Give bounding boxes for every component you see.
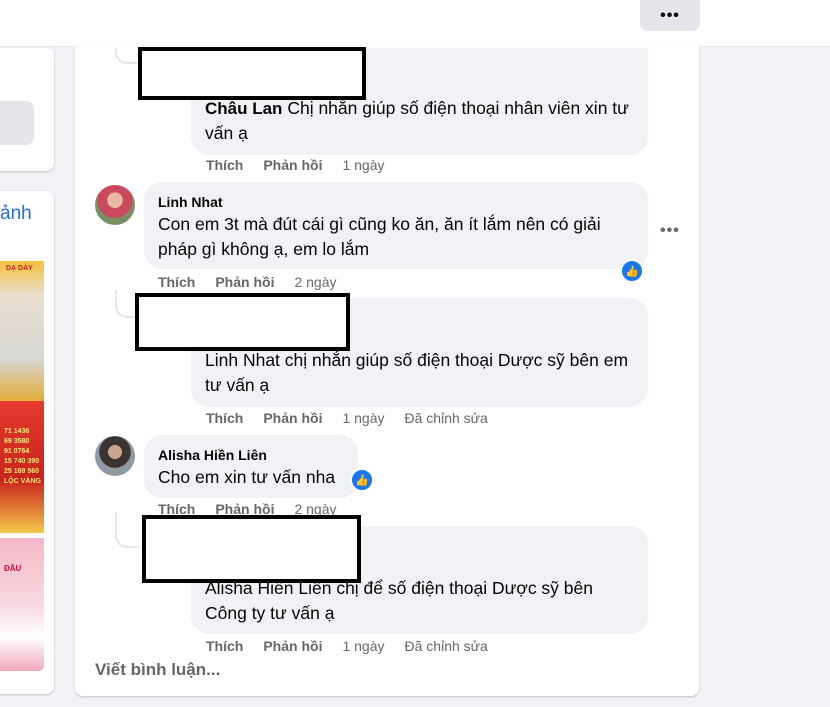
like-icon: 👍 bbox=[620, 259, 644, 283]
sponsored-link-text[interactable]: ảnh bbox=[0, 203, 32, 225]
like-icon: 👍 bbox=[350, 468, 374, 492]
ad-image-2[interactable]: 71 1436 69 3580 91 0764 15 740 390 25 16… bbox=[0, 401, 44, 533]
thread-line bbox=[115, 512, 139, 548]
comment-actions: Thích Phản hồi 1 ngày bbox=[206, 157, 385, 173]
like-button[interactable]: Thích bbox=[206, 410, 243, 426]
comment-author[interactable]: Alisha Hiền Liên bbox=[158, 447, 267, 463]
comment-body: Con em 3t mà đút cái gì cũng ko ăn, ăn í… bbox=[158, 214, 601, 259]
comment-actions: Thích Phản hồi 1 ngày Đã chỉnh sửa bbox=[206, 638, 488, 654]
comment-body: Linh Nhat chị nhắn giúp số điện thoại Dư… bbox=[205, 350, 629, 395]
comment-actions: Thích Phản hồi 1 ngày Đã chỉnh sửa bbox=[206, 410, 488, 426]
comment-author[interactable]: Linh Nhat bbox=[158, 194, 223, 210]
redaction-box bbox=[138, 47, 366, 100]
comment-body: Alisha Hiền Liên chị để số điện thoại Dư… bbox=[205, 578, 593, 623]
ad-image-1-text: DẠ DÀY bbox=[6, 265, 33, 272]
avatar[interactable] bbox=[95, 185, 135, 225]
more-dots-icon[interactable]: ••• bbox=[660, 222, 680, 240]
left-card-placeholder bbox=[0, 101, 34, 145]
like-button[interactable]: Thích bbox=[206, 638, 243, 654]
timestamp[interactable]: 1 ngày bbox=[342, 638, 384, 654]
reply-button[interactable]: Phản hồi bbox=[215, 274, 274, 290]
ad-image-3-text: ĐẦU bbox=[4, 564, 22, 573]
top-bar: ••• bbox=[0, 0, 830, 47]
write-comment-input[interactable]: Viết bình luận... bbox=[95, 660, 220, 680]
ad-image-2-text: 71 1436 69 3580 91 0764 15 740 390 25 16… bbox=[4, 428, 41, 485]
avatar[interactable] bbox=[95, 436, 135, 476]
reply-button[interactable]: Phản hồi bbox=[263, 157, 322, 173]
more-options-button[interactable]: ••• bbox=[640, 0, 700, 31]
like-button[interactable]: Thích bbox=[158, 274, 195, 290]
reply-button[interactable]: Phản hồi bbox=[263, 410, 322, 426]
ad-image-3[interactable]: ĐẦU bbox=[0, 538, 44, 671]
timestamp[interactable]: 1 ngày bbox=[342, 157, 384, 173]
redaction-box bbox=[135, 293, 350, 351]
timestamp[interactable]: 2 ngày bbox=[294, 274, 336, 290]
comment-author[interactable]: Châu Lan bbox=[205, 99, 282, 118]
timestamp[interactable]: 1 ngày bbox=[342, 410, 384, 426]
left-card bbox=[0, 48, 54, 171]
comment-actions: Thích Phản hồi 2 ngày bbox=[158, 274, 337, 290]
redaction-box bbox=[142, 515, 361, 583]
comment-body: Cho em xin tư vấn nha bbox=[158, 467, 336, 487]
edited-label[interactable]: Đã chỉnh sửa bbox=[405, 410, 488, 426]
reply-button[interactable]: Phản hồi bbox=[263, 638, 322, 654]
comment-text: Châu Lan Chị nhắn giúp số điện thoại nhâ… bbox=[205, 96, 637, 146]
sponsored-card: ảnh DẠ DÀY 71 1436 69 3580 91 0764 15 74… bbox=[0, 191, 54, 694]
ad-image-1[interactable]: DẠ DÀY bbox=[0, 261, 44, 401]
like-button[interactable]: Thích bbox=[206, 157, 243, 173]
edited-label[interactable]: Đã chỉnh sửa bbox=[405, 638, 488, 654]
